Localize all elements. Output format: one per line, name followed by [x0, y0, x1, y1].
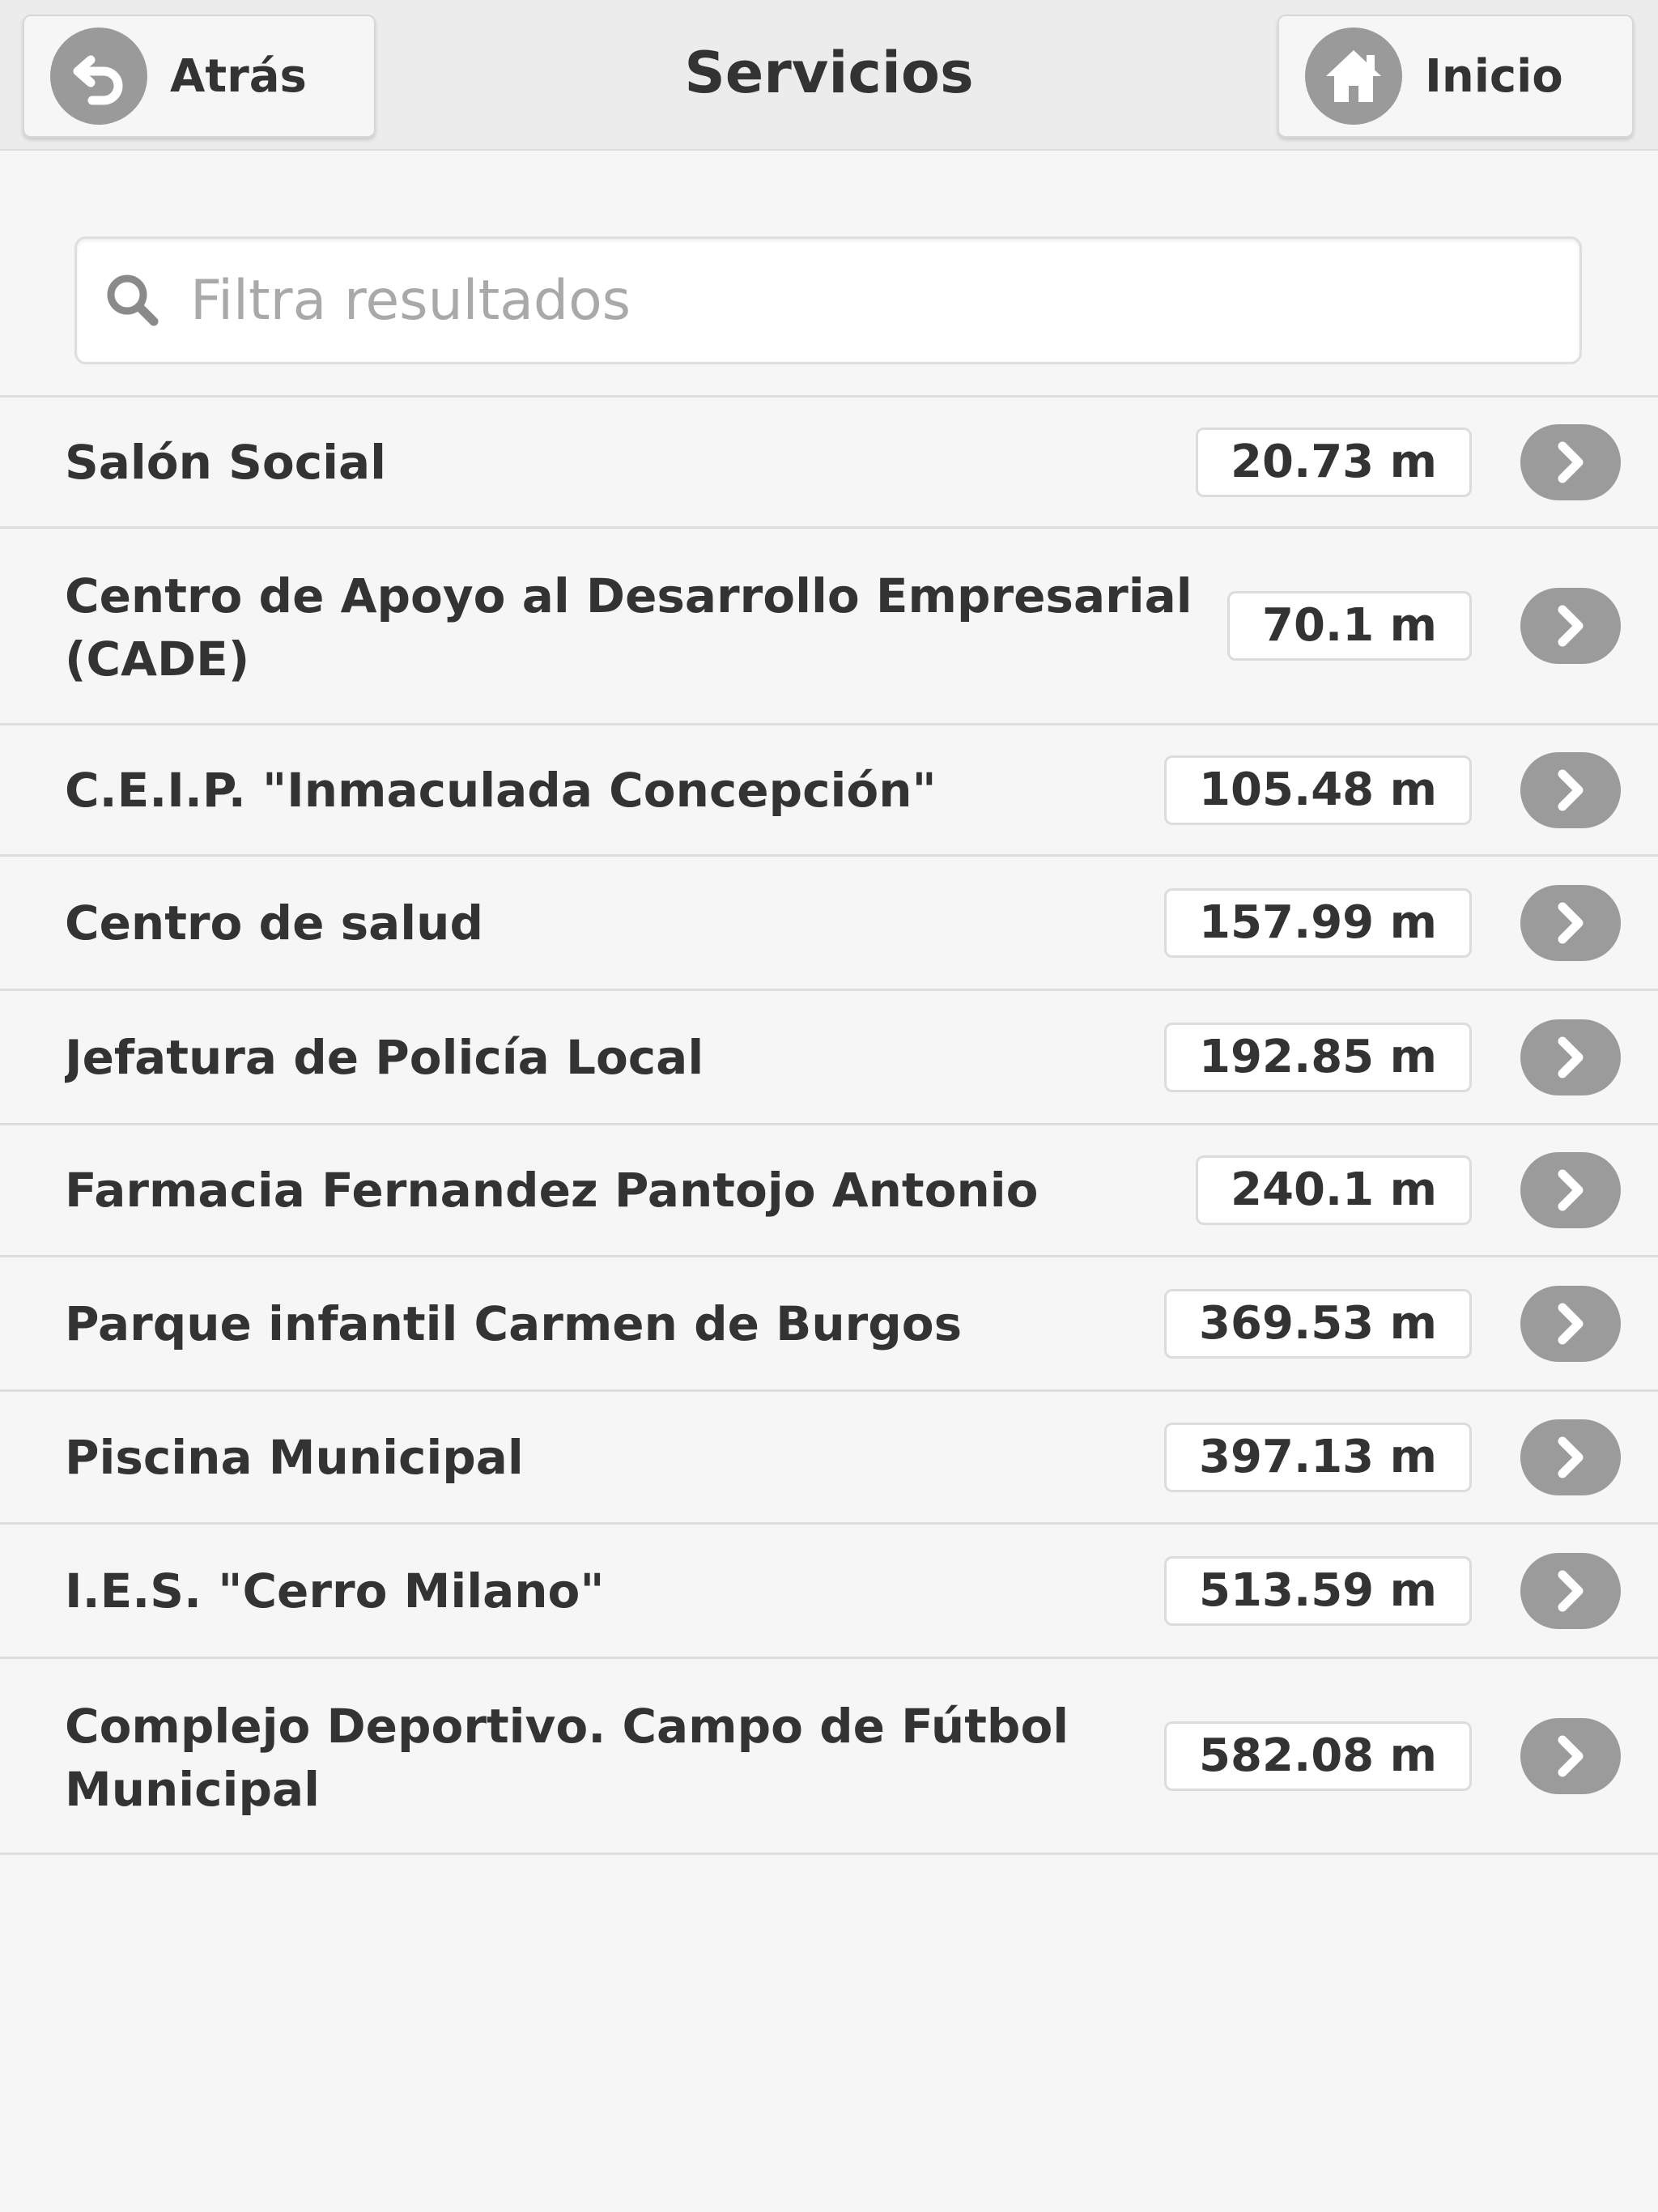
- list-item[interactable]: Piscina Municipal 397.13 m: [0, 1392, 1658, 1525]
- services-list: Salón Social 20.73 m Centro de Apoyo al …: [0, 395, 1658, 1855]
- header-bar: Atrás Servicios Inicio: [0, 0, 1658, 151]
- distance-badge: 397.13 m: [1164, 1422, 1472, 1492]
- item-name: Parque infantil Carmen de Burgos: [65, 1295, 963, 1351]
- list-item[interactable]: C.E.I.P. "Inmaculada Concepción" 105.48 …: [0, 725, 1658, 857]
- list-item[interactable]: I.E.S. "Cerro Milano" 513.59 m: [0, 1525, 1658, 1659]
- list-item[interactable]: Jefatura de Policía Local 192.85 m: [0, 991, 1658, 1125]
- distance-badge: 582.08 m: [1164, 1721, 1472, 1791]
- back-button[interactable]: Atrás: [23, 15, 376, 138]
- item-name: Farmacia Fernandez Pantojo Antonio: [65, 1163, 1039, 1218]
- search-icon: [96, 264, 169, 337]
- distance-badge: 157.99 m: [1164, 887, 1472, 958]
- list-item[interactable]: Complejo Deportivo. Campo de Fútbol Muni…: [0, 1659, 1658, 1855]
- page-title: Servicios: [684, 40, 974, 106]
- item-name: Centro de Apoyo al Desarrollo Empresaria…: [65, 568, 1192, 687]
- list-item[interactable]: Centro de salud 157.99 m: [0, 857, 1658, 991]
- item-name: C.E.I.P. "Inmaculada Concepción": [65, 762, 937, 818]
- item-name: Centro de salud: [65, 895, 483, 951]
- search-box[interactable]: [74, 236, 1582, 364]
- list-item[interactable]: Salón Social 20.73 m: [0, 398, 1658, 529]
- chevron-right-icon[interactable]: [1520, 1019, 1621, 1095]
- item-name: Salón Social: [65, 434, 387, 490]
- chevron-right-icon[interactable]: [1520, 588, 1621, 664]
- home-button[interactable]: Inicio: [1278, 15, 1634, 138]
- chevron-right-icon[interactable]: [1520, 1419, 1621, 1495]
- chevron-right-icon[interactable]: [1520, 1285, 1621, 1362]
- back-arrow-icon: [50, 28, 147, 125]
- distance-badge: 70.1 m: [1226, 591, 1472, 661]
- item-name: Piscina Municipal: [65, 1429, 524, 1485]
- chevron-right-icon[interactable]: [1520, 1552, 1621, 1629]
- item-name: Complejo Deportivo. Campo de Fútbol Muni…: [65, 1699, 1069, 1817]
- list-item[interactable]: Farmacia Fernandez Pantojo Antonio 240.1…: [0, 1125, 1658, 1257]
- chevron-right-icon[interactable]: [1520, 423, 1621, 500]
- home-button-label: Inicio: [1425, 49, 1563, 103]
- distance-badge: 20.73 m: [1196, 427, 1472, 497]
- distance-badge: 240.1 m: [1196, 1155, 1472, 1225]
- item-name: I.E.S. "Cerro Milano": [65, 1563, 605, 1619]
- chevron-right-icon[interactable]: [1520, 751, 1621, 828]
- search-input[interactable]: [190, 252, 1526, 349]
- chevron-right-icon[interactable]: [1520, 1717, 1621, 1794]
- chevron-right-icon[interactable]: [1520, 1152, 1621, 1228]
- item-name: Jefatura de Policía Local: [65, 1029, 704, 1085]
- home-icon: [1305, 28, 1402, 125]
- list-item[interactable]: Centro de Apoyo al Desarrollo Empresaria…: [0, 529, 1658, 725]
- distance-badge: 513.59 m: [1164, 1555, 1472, 1626]
- app: Atrás Servicios Inicio Salón Social 20.7: [0, 0, 1658, 2212]
- distance-badge: 192.85 m: [1164, 1022, 1472, 1092]
- distance-badge: 369.53 m: [1164, 1288, 1472, 1359]
- list-item[interactable]: Parque infantil Carmen de Burgos 369.53 …: [0, 1257, 1658, 1392]
- distance-badge: 105.48 m: [1164, 755, 1472, 825]
- chevron-right-icon[interactable]: [1520, 884, 1621, 961]
- back-button-label: Atrás: [170, 49, 307, 103]
